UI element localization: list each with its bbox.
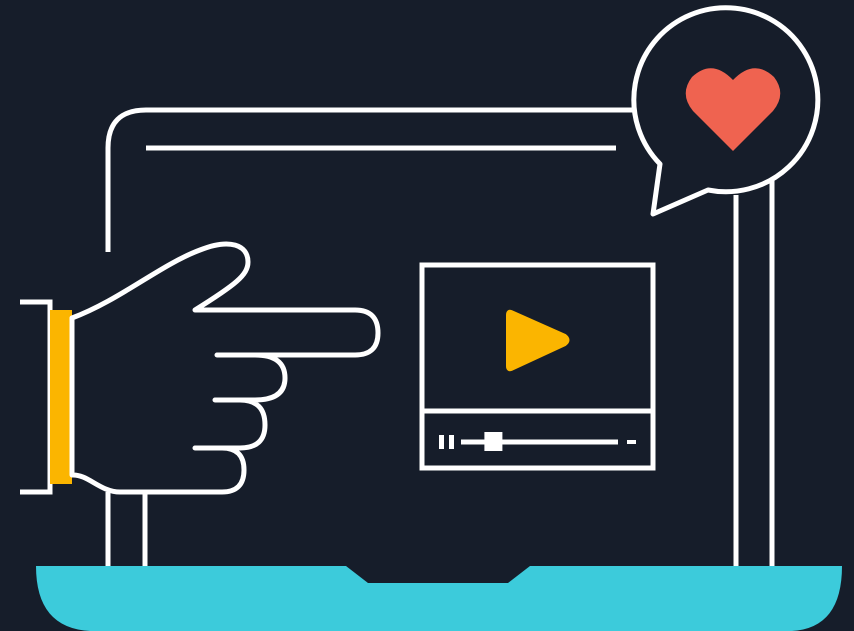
speech-bubble	[631, 5, 821, 217]
play-icon[interactable]	[506, 309, 570, 372]
volume-indicator[interactable]	[627, 440, 636, 444]
laptop-video-illustration	[20, 5, 842, 631]
laptop-base	[36, 566, 842, 631]
video-player-frame	[419, 262, 656, 471]
video-player[interactable]	[419, 262, 656, 471]
pause-icon[interactable]	[439, 435, 454, 449]
sleeve-cuff	[50, 310, 72, 484]
pointing-hand-icon	[20, 241, 381, 495]
progress-handle[interactable]	[484, 432, 503, 451]
